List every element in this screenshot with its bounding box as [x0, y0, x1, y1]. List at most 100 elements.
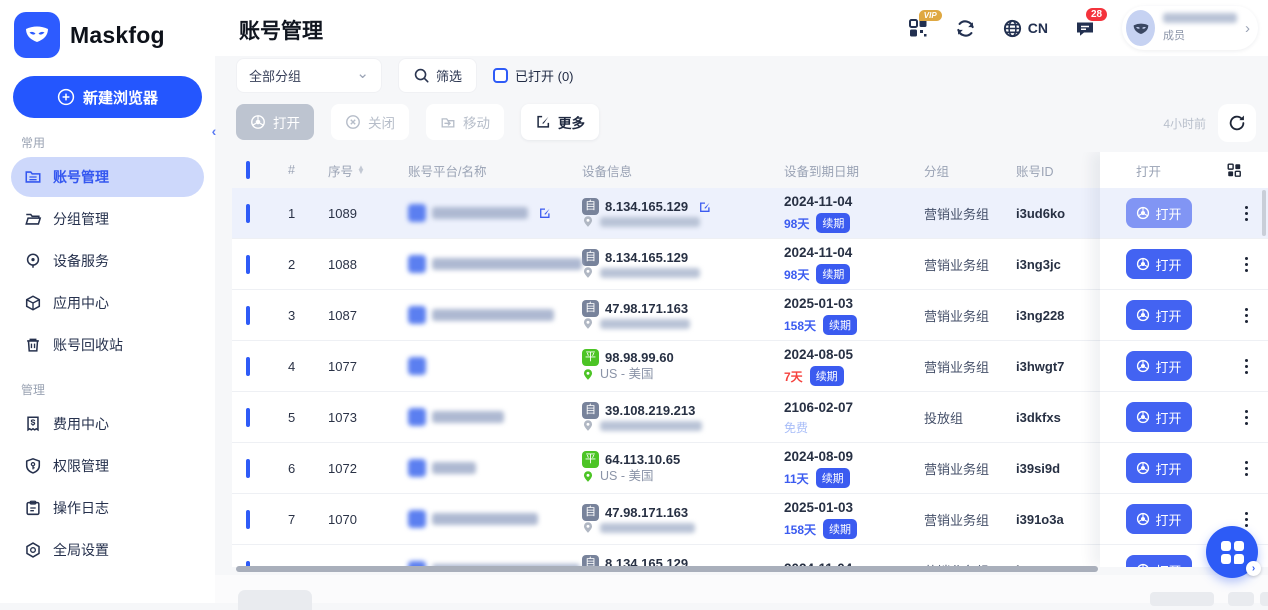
row-menu-button[interactable] [1245, 410, 1248, 425]
device-info-cell: 自 47.98.171.163 [582, 504, 784, 534]
sidebar-item-shield-key[interactable]: 权限管理 [11, 446, 204, 486]
row-index: 6 [288, 461, 328, 476]
renew-badge[interactable]: 续期 [816, 213, 850, 233]
row-open-button[interactable]: 打开 [1126, 402, 1192, 432]
row-open-button[interactable]: 打开 [1126, 555, 1192, 567]
row-open-button[interactable]: 打开 [1126, 504, 1192, 534]
renew-badge[interactable]: 续期 [816, 468, 850, 488]
browser-icon [1136, 410, 1150, 424]
row-index: 2 [288, 257, 328, 272]
sidebar-item-label: 应用中心 [53, 293, 109, 313]
expire-date: 2024-11-04 [784, 193, 924, 211]
row-menu-button[interactable] [1245, 257, 1248, 272]
browser-icon [1136, 359, 1150, 373]
last-refresh-time: 4小时前 [1163, 115, 1206, 132]
row-index: 4 [288, 359, 328, 374]
header-serial[interactable]: 序号 ▲▼ [328, 161, 408, 180]
helper-expand-arrow[interactable]: › [1246, 561, 1261, 576]
row-open-button[interactable]: 打开 [1126, 453, 1192, 483]
row-checkbox[interactable] [246, 408, 250, 427]
helper-float-button[interactable]: › [1206, 526, 1258, 578]
sidebar-item-cube[interactable]: 应用中心 [11, 283, 204, 323]
fixed-open-column: 打开 打开 打开 打开 打开 打开 [1100, 152, 1268, 567]
sidebar-collapse-handle[interactable]: ‹ [207, 118, 221, 144]
row-menu-button[interactable] [1245, 308, 1248, 323]
search-icon [413, 67, 430, 84]
expire-cell: 2024-08-09 11天 续期 [784, 448, 924, 488]
row-checkbox[interactable] [246, 204, 250, 223]
row-index: 7 [288, 512, 328, 527]
vertical-scrollbar[interactable] [1262, 190, 1266, 236]
opened-filter-checkbox[interactable]: 已打开 (0) [493, 66, 574, 85]
edit-device-icon[interactable] [698, 200, 712, 214]
platform-name-redacted [432, 207, 528, 219]
user-profile-card[interactable]: 成员 › [1122, 6, 1258, 50]
more-actions-button[interactable]: 更多 [521, 104, 599, 140]
filter-row: 全部分组 ⌄ 筛选 已打开 (0) [236, 58, 574, 93]
quick-grid-button[interactable]: VIP [907, 17, 929, 39]
pagination-right-partial-2[interactable] [1228, 592, 1254, 606]
renew-badge[interactable]: 续期 [810, 366, 844, 386]
sidebar-item-clipboard[interactable]: 操作日志 [11, 488, 204, 528]
bulk-close-button[interactable]: 关闭 [331, 104, 409, 140]
renew-badge[interactable]: 续期 [823, 315, 857, 335]
messages-button[interactable]: 28 [1074, 17, 1096, 39]
refresh-icon [955, 18, 976, 39]
pagination-right-partial[interactable] [1150, 592, 1214, 606]
location-pin-icon [582, 215, 594, 228]
row-open-button[interactable]: 打开 [1126, 198, 1192, 228]
sidebar-item-folder[interactable]: 账号管理 [11, 157, 204, 197]
row-checkbox[interactable] [246, 306, 250, 325]
pagination-right-partial-3[interactable] [1260, 592, 1268, 606]
sidebar-item-open-folder[interactable]: 分组管理 [11, 199, 204, 239]
sidebar-nav: 常用账号管理分组管理设备服务应用中心账号回收站管理费用中心权限管理操作日志全局设… [0, 134, 215, 570]
row-checkbox[interactable] [246, 459, 250, 478]
select-all-checkbox[interactable] [246, 161, 250, 179]
location-pin-icon [582, 368, 594, 381]
column-settings-icon[interactable] [1226, 162, 1242, 178]
row-open-button[interactable]: 打开 [1126, 351, 1192, 381]
group-select[interactable]: 全部分组 ⌄ [236, 58, 382, 93]
header-device: 设备信息 [582, 161, 784, 180]
sidebar-item-trash[interactable]: 账号回收站 [11, 325, 204, 365]
sort-icon[interactable]: ▲▼ [357, 166, 365, 174]
bulk-open-button[interactable]: 打开 [236, 104, 314, 140]
row-menu-button[interactable] [1245, 461, 1248, 476]
sidebar-item-location[interactable]: 设备服务 [11, 241, 204, 281]
renew-badge[interactable]: 续期 [823, 519, 857, 539]
sidebar-item-gear[interactable]: 全局设置 [11, 530, 204, 570]
location-icon [24, 252, 42, 270]
row-open-button[interactable]: 打开 [1126, 249, 1192, 279]
filter-button[interactable]: 筛选 [398, 58, 477, 93]
sidebar-item-label: 权限管理 [53, 456, 109, 476]
expire-date: 2024-08-09 [784, 448, 924, 466]
row-serial: 1087 [328, 308, 408, 323]
device-ip: 39.108.219.213 [605, 402, 695, 419]
sidebar-item-receipt[interactable]: 费用中心 [11, 404, 204, 444]
table-refresh-button[interactable] [1218, 104, 1256, 142]
row-checkbox[interactable] [246, 255, 250, 274]
row-open-button[interactable]: 打开 [1126, 300, 1192, 330]
language-switcher[interactable]: CN [1002, 18, 1048, 39]
row-checkbox[interactable] [246, 357, 250, 376]
bulk-move-button[interactable]: 移动 [426, 104, 504, 140]
accounts-table: # 序号 ▲▼ 账号平台/名称 设备信息 设备到期日期 分组 账号ID 1 10… [232, 152, 1268, 567]
sidebar-item-label: 账号管理 [53, 167, 109, 187]
horizontal-scrollbar[interactable] [236, 566, 1098, 572]
row-menu-button[interactable] [1245, 512, 1248, 527]
table-row-actions: 打开 [1100, 341, 1268, 392]
row-checkbox[interactable] [246, 510, 250, 529]
platform-favicon-redacted [408, 306, 426, 324]
new-browser-button[interactable]: 新建浏览器 [13, 76, 202, 118]
renew-badge[interactable]: 续期 [816, 264, 850, 284]
row-menu-button[interactable] [1245, 359, 1248, 374]
device-info-cell: 平 98.98.99.60 US - 美国 [582, 349, 784, 383]
edit-name-icon[interactable] [538, 206, 552, 220]
sync-button[interactable] [955, 18, 976, 39]
row-menu-button[interactable] [1245, 206, 1248, 221]
sidebar: Maskfog 新建浏览器 ‹ 常用账号管理分组管理设备服务应用中心账号回收站管… [0, 0, 215, 603]
platform-name-cell [408, 357, 582, 375]
pagination-left-partial[interactable] [238, 590, 312, 610]
row-serial: 1089 [328, 206, 408, 221]
user-meta: 成员 [1163, 13, 1237, 43]
